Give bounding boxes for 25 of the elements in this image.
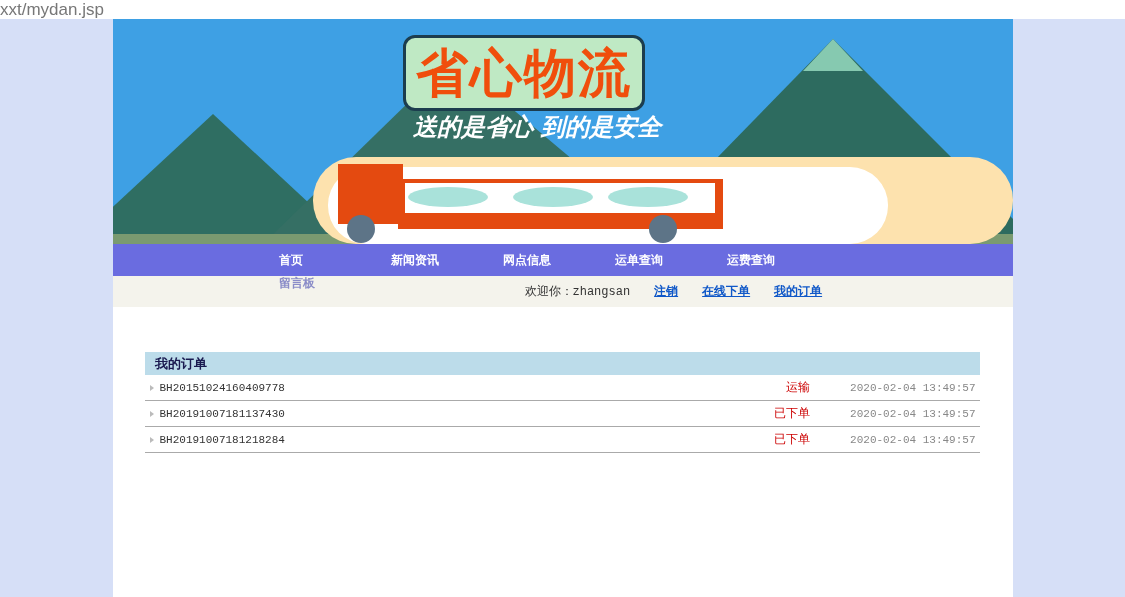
order-time: 2020-02-04 13:49:57 bbox=[849, 407, 977, 420]
bullet-icon bbox=[149, 410, 154, 417]
user-link[interactable]: 在线下单 bbox=[702, 283, 751, 300]
address-url: xxt/mydan.jsp bbox=[0, 0, 104, 19]
order-number[interactable]: BH20191007181137430 bbox=[159, 407, 730, 420]
nav-link[interactable]: 新闻资讯 bbox=[390, 244, 503, 276]
order-status: 运输 bbox=[784, 379, 810, 396]
banner-title: 省心物流 bbox=[402, 35, 645, 111]
order-status: 已下单 bbox=[772, 431, 810, 448]
banner-slogan: 送的是省心 到的是安全 bbox=[412, 112, 661, 143]
order-number[interactable]: BH20191007181218284 bbox=[159, 433, 730, 446]
order-number[interactable]: BH20151024160409778 bbox=[159, 381, 730, 394]
nav-link[interactable]: 运费查询 bbox=[726, 244, 839, 276]
nav-link[interactable]: 首页 bbox=[278, 244, 391, 276]
table-title: 我的订单 bbox=[154, 354, 207, 373]
order-time: 2020-02-04 13:49:57 bbox=[849, 381, 977, 394]
nav-link[interactable]: 运单查询 bbox=[614, 244, 727, 276]
welcome-text: 欢迎你：zhangsan bbox=[524, 284, 631, 300]
user-link[interactable]: 我的订单 bbox=[774, 283, 823, 300]
user-link[interactable]: 注销 bbox=[654, 283, 679, 300]
bullet-icon bbox=[149, 436, 154, 443]
nav-link[interactable]: 网点信息 bbox=[502, 244, 615, 276]
order-time: 2020-02-04 13:49:57 bbox=[849, 433, 977, 446]
order-status: 已下单 bbox=[772, 405, 810, 422]
bullet-icon bbox=[149, 384, 154, 391]
